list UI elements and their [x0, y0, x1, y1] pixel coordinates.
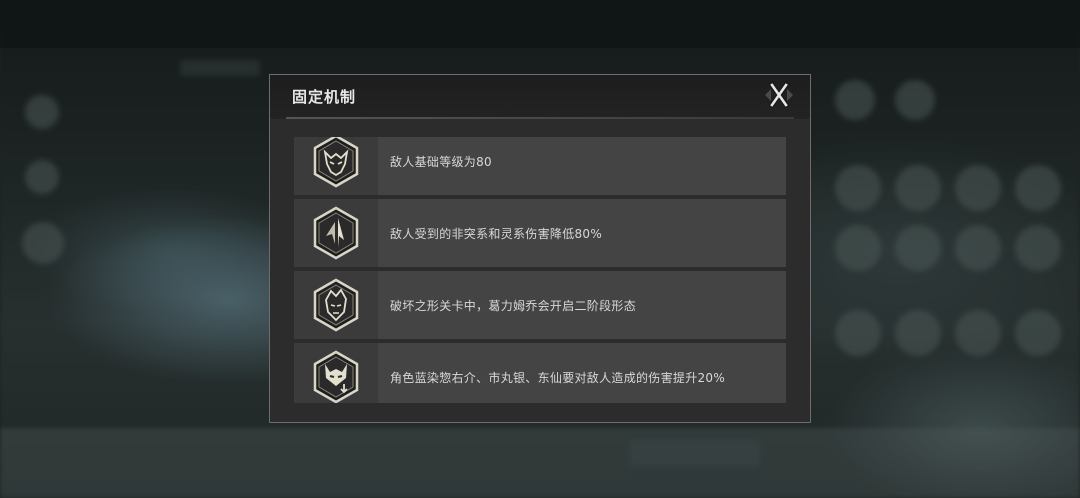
- mechanic-text: 角色蓝染惣右介、市丸银、东仙要对敌人造成的伤害提升20%: [390, 370, 726, 385]
- mechanic-text: 敌人基础等级为80: [390, 154, 492, 169]
- mechanic-text: 破坏之形关卡中，葛力姆乔会开启二阶段形态: [390, 298, 637, 313]
- fixed-mechanics-dialog: 固定机制 敌人基础等级为80 敌人受到的非突系和灵系伤害降低80% 破坏之形关卡…: [269, 74, 811, 423]
- horned-mask-down-icon: [313, 350, 359, 403]
- mechanics-list[interactable]: 敌人基础等级为80 敌人受到的非突系和灵系伤害降低80% 破坏之形关卡中，葛力姆…: [294, 137, 788, 403]
- mechanic-icon-cell: [294, 343, 378, 403]
- character-portrait-icon: [313, 278, 359, 332]
- mechanic-item: 角色蓝染惣右介、市丸银、东仙要对敌人造成的伤害提升20%: [294, 343, 786, 403]
- header-divider: [286, 117, 794, 119]
- mechanic-item: 破坏之形关卡中，葛力姆乔会开启二阶段形态: [294, 271, 786, 339]
- close-x-icon: [765, 81, 793, 109]
- mechanic-item: 敌人基础等级为80: [294, 137, 786, 195]
- mechanic-icon-cell: [294, 271, 378, 339]
- mechanic-item: 敌人受到的非突系和灵系伤害降低80%: [294, 199, 786, 267]
- mechanic-text: 敌人受到的非突系和灵系伤害降低80%: [390, 226, 603, 241]
- mechanic-icon-cell: [294, 199, 378, 267]
- dialog-header: 固定机制: [270, 75, 810, 119]
- blade-crest-icon: [313, 206, 359, 260]
- demon-mask-icon: [313, 137, 359, 188]
- mechanic-icon-cell: [294, 137, 378, 195]
- close-button[interactable]: [763, 81, 795, 109]
- dialog-title: 固定机制: [292, 88, 357, 106]
